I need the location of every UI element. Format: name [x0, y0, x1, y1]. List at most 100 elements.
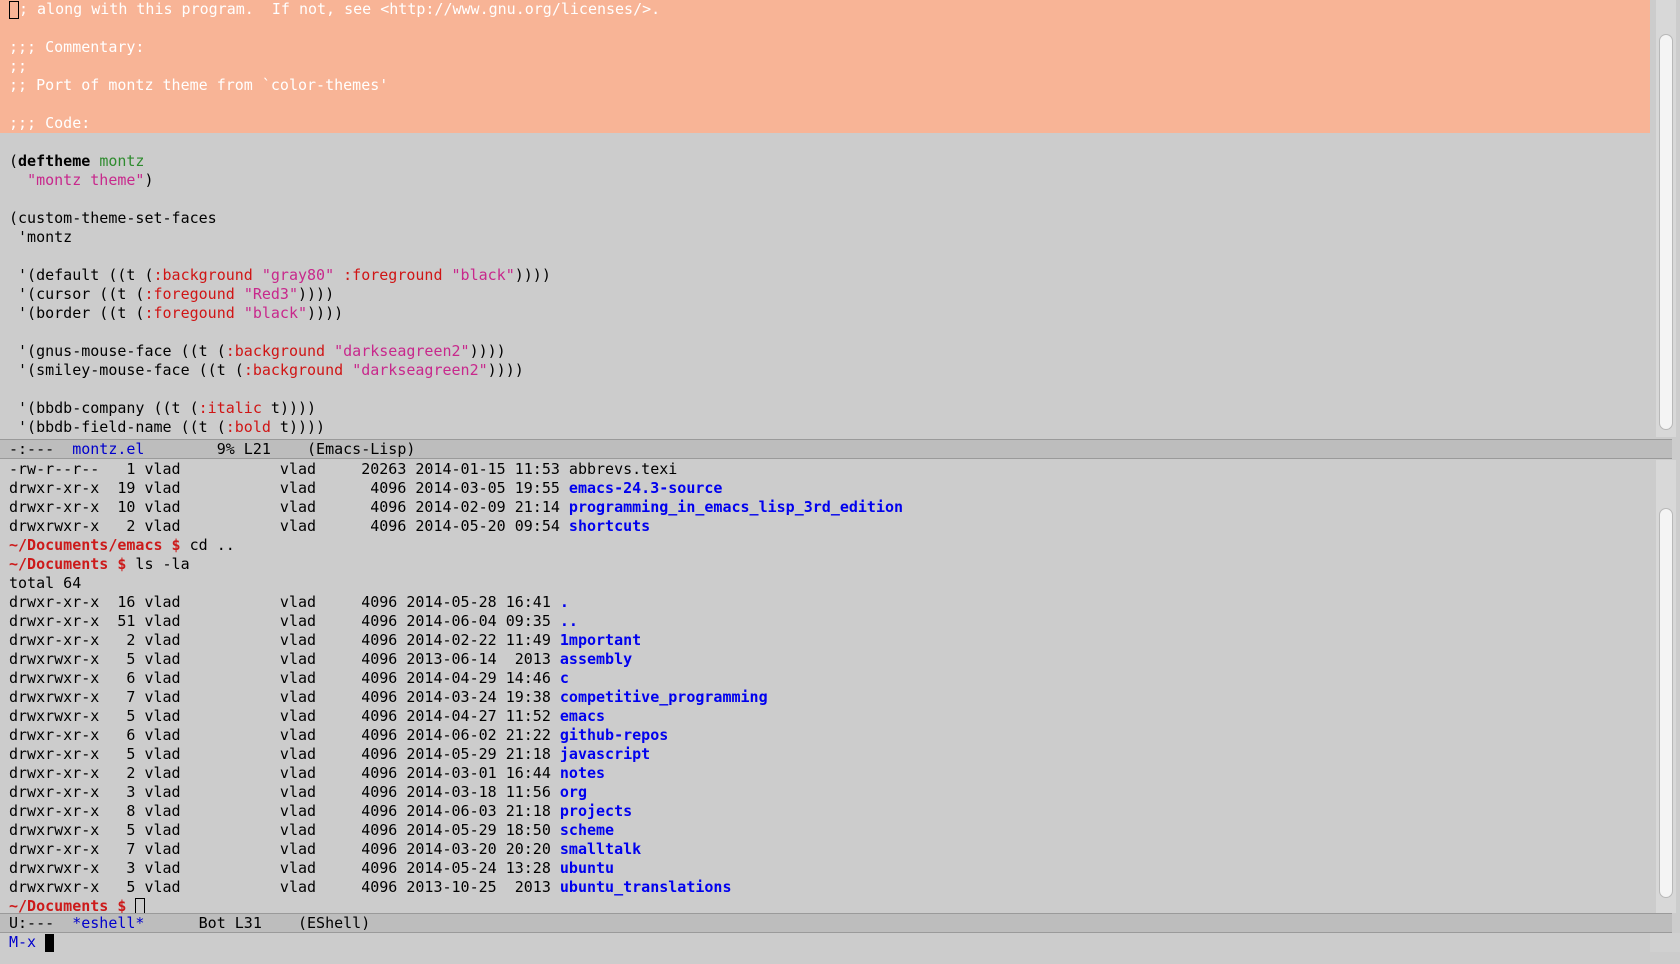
second-listing: drwxr-xr-x 16 vlad vlad 4096 2014-05-28 … [0, 593, 1650, 897]
file-name[interactable]: abbrevs.texi [569, 460, 677, 478]
directory-name[interactable]: projects [560, 802, 632, 820]
file-attributes: drwxr-xr-x 19 vlad vlad 4096 2014-03-05 … [9, 479, 569, 497]
directory-name[interactable]: programming_in_emacs_lisp_3rd_edition [569, 498, 903, 516]
mode-line-buffer-name[interactable]: *eshell* [72, 914, 144, 932]
listing-row: drwxr-xr-x 19 vlad vlad 4096 2014-03-05 … [0, 479, 1650, 498]
code-line-face-smiley: '(smiley-mouse-face ((t (:background "da… [9, 361, 524, 379]
directory-name[interactable]: c [560, 669, 569, 687]
file-attributes: drwxr-xr-x 7 vlad vlad 4096 2014-03-20 2… [9, 840, 560, 858]
listing-row: drwxrwxr-x 6 vlad vlad 4096 2014-04-29 1… [0, 669, 1650, 688]
listing-row: drwxr-xr-x 2 vlad vlad 4096 2014-02-22 1… [0, 631, 1650, 650]
directory-name[interactable]: . [560, 593, 569, 611]
directory-name[interactable]: smalltalk [560, 840, 641, 858]
eshell-window-scrollbar[interactable] [1656, 460, 1676, 913]
directory-name[interactable]: ubuntu_translations [560, 878, 732, 896]
code-line: ;;; Code: [9, 114, 91, 132]
file-attributes: drwxr-xr-x 8 vlad vlad 4096 2014-06-03 2… [9, 802, 560, 820]
text-cursor [9, 0, 19, 19]
file-attributes: drwxrwxr-x 5 vlad vlad 4096 2013-10-25 2… [9, 878, 560, 896]
listing-row: drwxr-xr-x 5 vlad vlad 4096 2014-05-29 2… [0, 745, 1650, 764]
code-line-deftheme: (deftheme montz [9, 152, 145, 170]
listing-row: drwxr-xr-x 7 vlad vlad 4096 2014-03-20 2… [0, 840, 1650, 859]
listing-row: drwxrwxr-x 5 vlad vlad 4096 2013-06-14 2… [0, 650, 1650, 669]
listing-row: drwxr-xr-x 2 vlad vlad 4096 2014-03-01 1… [0, 764, 1650, 783]
file-attributes: drwxrwxr-x 5 vlad vlad 4096 2014-04-27 1… [9, 707, 560, 725]
directory-name[interactable]: scheme [560, 821, 614, 839]
listing-row: drwxr-xr-x 3 vlad vlad 4096 2014-03-18 1… [0, 783, 1650, 802]
listing-row: drwxrwxr-x 7 vlad vlad 4096 2014-03-24 1… [0, 688, 1650, 707]
directory-name[interactable]: javascript [560, 745, 650, 763]
code-line-face-default: '(default ((t (:background "gray80" :for… [9, 266, 551, 284]
code-line: (custom-theme-set-faces [9, 209, 217, 227]
directory-name[interactable]: ubuntu [560, 859, 614, 877]
minibuffer-cursor [45, 933, 55, 952]
minibuffer-prompt: M-x [9, 933, 37, 951]
file-attributes: drwxr-xr-x 2 vlad vlad 4096 2014-02-22 1… [9, 631, 560, 649]
code-line-face-gnus: '(gnus-mouse-face ((t (:background "dark… [9, 342, 506, 360]
code-line-face-border: '(border ((t (:foregound "black")))) [9, 304, 344, 322]
listing-row: -rw-r--r-- 1 vlad vlad 20263 2014-01-15 … [0, 460, 1650, 479]
listing-row: drwxr-xr-x 8 vlad vlad 4096 2014-06-03 2… [0, 802, 1650, 821]
total-line: total 64 [9, 574, 82, 592]
shell-prompt: ~/Documents/emacs $ [9, 536, 181, 554]
file-attributes: drwxr-xr-x 5 vlad vlad 4096 2014-05-29 2… [9, 745, 560, 763]
code-line: ; along with this program. If not, see <… [0, 0, 1650, 19]
directory-name[interactable]: emacs [560, 707, 605, 725]
directory-name[interactable]: assembly [560, 650, 632, 668]
code-line: ;; Port of montz theme from `color-theme… [9, 76, 389, 94]
listing-row: drwxrwxr-x 5 vlad vlad 4096 2014-04-27 1… [0, 707, 1650, 726]
listing-row: drwxr-xr-x 10 vlad vlad 4096 2014-02-09 … [0, 498, 1650, 517]
mode-line-montz[interactable]: -:--- montz.el 9% L21 (Emacs-Lisp) [0, 439, 1672, 459]
code-line-face-bbdb-field: '(bbdb-field-name ((t (:bold t)))) [9, 418, 326, 436]
directory-name[interactable]: org [560, 783, 587, 801]
mode-line-major-mode[interactable]: (EShell) [298, 914, 370, 932]
minibuffer[interactable]: M-x [0, 933, 1659, 952]
mode-line-major-mode[interactable]: (Emacs-Lisp) [307, 440, 415, 458]
comment-block: ; along with this program. If not, see <… [0, 0, 1650, 133]
file-attributes: drwxr-xr-x 10 vlad vlad 4096 2014-02-09 … [9, 498, 569, 516]
file-attributes: drwxr-xr-x 51 vlad vlad 4096 2014-06-04 … [9, 612, 560, 630]
listing-row: drwxr-xr-x 16 vlad vlad 4096 2014-05-28 … [0, 593, 1650, 612]
file-attributes: drwxrwxr-x 5 vlad vlad 4096 2013-06-14 2… [9, 650, 560, 668]
command-line-current[interactable]: ~/Documents $ [0, 897, 1650, 913]
directory-name[interactable]: emacs-24.3-source [569, 479, 723, 497]
listing-row: drwxrwxr-x 5 vlad vlad 4096 2014-05-29 1… [0, 821, 1650, 840]
directory-name[interactable]: competitive_programming [560, 688, 768, 706]
mode-line-eshell[interactable]: U:--- *eshell* Bot L31 (EShell) [0, 913, 1672, 933]
code-line-face-cursor: '(cursor ((t (:foregound "Red3")))) [9, 285, 335, 303]
directory-name[interactable]: github-repos [560, 726, 668, 744]
file-attributes: drwxr-xr-x 3 vlad vlad 4096 2014-03-18 1… [9, 783, 560, 801]
directory-name[interactable]: shortcuts [569, 517, 650, 535]
file-attributes: drwxrwxr-x 6 vlad vlad 4096 2014-04-29 1… [9, 669, 560, 687]
code-line-face-bbdb-company: '(bbdb-company ((t (:italic t)))) [9, 399, 317, 417]
file-attributes: drwxr-xr-x 2 vlad vlad 4096 2014-03-01 1… [9, 764, 560, 782]
directory-name[interactable]: notes [560, 764, 605, 782]
text-cursor [135, 897, 146, 913]
file-attributes: drwxrwxr-x 7 vlad vlad 4096 2014-03-24 1… [9, 688, 560, 706]
mode-line-buffer-name[interactable]: montz.el [72, 440, 144, 458]
code-line-docstring: "montz theme") [27, 171, 154, 189]
eshell-window[interactable]: -rw-r--r-- 1 vlad vlad 20263 2014-01-15 … [0, 460, 1650, 913]
file-attributes: drwxr-xr-x 6 vlad vlad 4096 2014-06-02 2… [9, 726, 560, 744]
listing-row: drwxr-xr-x 51 vlad vlad 4096 2014-06-04 … [0, 612, 1650, 631]
file-attributes: drwxrwxr-x 3 vlad vlad 4096 2014-05-24 1… [9, 859, 560, 877]
shell-prompt: ~/Documents $ [9, 897, 127, 913]
command-line: ~/Documents $ ls -la [9, 555, 190, 573]
file-attributes: drwxrwxr-x 2 vlad vlad 4096 2014-05-20 0… [9, 517, 569, 535]
editor-window-montz[interactable]: ; along with this program. If not, see <… [0, 0, 1650, 437]
listing-row: drwxr-xr-x 6 vlad vlad 4096 2014-06-02 2… [0, 726, 1650, 745]
directory-name[interactable]: .. [560, 612, 578, 630]
top-scroll-thumb[interactable] [1659, 34, 1673, 430]
directory-name[interactable]: 1mportant [560, 631, 641, 649]
eshell-scroll-thumb[interactable] [1659, 508, 1673, 898]
top-window-scrollbar[interactable] [1656, 0, 1676, 437]
first-listing: -rw-r--r-- 1 vlad vlad 20263 2014-01-15 … [0, 460, 1650, 536]
file-attributes: -rw-r--r-- 1 vlad vlad 20263 2014-01-15 … [9, 460, 569, 478]
